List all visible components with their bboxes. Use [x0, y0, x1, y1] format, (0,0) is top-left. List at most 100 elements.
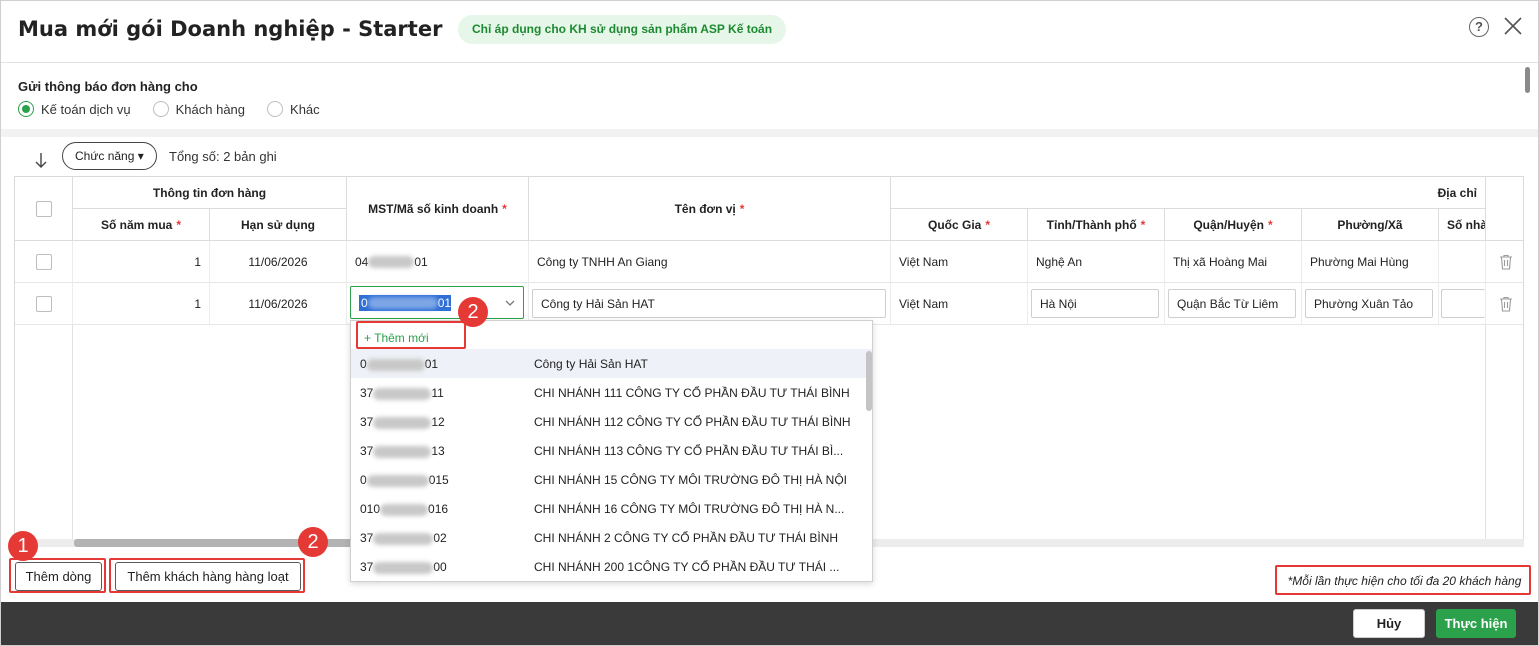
col-years-label: Số năm mua: [100, 217, 173, 232]
item-name: CHI NHÁNH 2 CÔNG TY CỔ PHẦN ĐẦU TƯ THÁI …: [534, 531, 839, 545]
help-icon[interactable]: ?: [1469, 17, 1489, 37]
tax-code-combobox[interactable]: 0 01: [350, 286, 524, 319]
cell-expiry[interactable]: 11/06/2026: [210, 241, 347, 283]
item-code: 0 01: [360, 357, 438, 371]
province-input[interactable]: Hà Nội: [1031, 289, 1159, 318]
item-code: 37 11: [360, 386, 444, 400]
item-name: CHI NHÁNH 15 CÔNG TY MÔI TRƯỜNG ĐÔ THỊ H…: [534, 473, 848, 487]
submit-button[interactable]: Thực hiện: [1436, 609, 1516, 638]
cell-district[interactable]: Thị xã Hoàng Mai: [1165, 241, 1302, 283]
row-checkbox[interactable]: [35, 253, 52, 270]
select-all-checkbox[interactable]: [35, 200, 52, 217]
code-suffix: 11: [431, 386, 444, 400]
sort-down-icon[interactable]: [34, 151, 48, 174]
dropdown-item[interactable]: 37 11 CHI NHÁNH 111 CÔNG TY CỔ PHẦN ĐẦU TƯ…: [351, 378, 872, 407]
required-mark: *: [502, 201, 507, 216]
radio-other[interactable]: Khác: [267, 101, 320, 117]
column-divider: [72, 325, 73, 539]
item-name: CHI NHÁNH 16 CÔNG TY MÔI TRƯỜNG ĐÔ THỊ H…: [534, 502, 845, 516]
col-expiry: Hạn sử dụng: [210, 209, 347, 241]
section-divider: [1, 129, 1538, 137]
col-district: Quận/Huyện *: [1165, 209, 1302, 241]
code-prefix: 37: [360, 560, 374, 574]
close-icon[interactable]: [1502, 15, 1524, 37]
unit-name-input[interactable]: Công ty Hải Sản HAT: [532, 289, 886, 318]
tax-code-prefix: 04: [355, 254, 369, 269]
vertical-scrollbar[interactable]: [1525, 67, 1530, 93]
code-suffix: 00: [433, 560, 447, 574]
total-records: Tổng số: 2 bản ghi: [169, 149, 277, 164]
dropdown-item[interactable]: 37 00 CHI NHÁNH 200 1CÔNG TY CỔ PHẦN ĐẦU T…: [351, 552, 872, 581]
dropdown-item[interactable]: 010 016 CHI NHÁNH 16 CÔNG TY MÔI TRƯỜNG ĐÔ…: [351, 494, 872, 523]
notice-pill: Chỉ áp dụng cho KH sử dụng sản phẩm ASP …: [458, 15, 787, 44]
cell-province[interactable]: Nghệ An: [1028, 241, 1165, 283]
cell-country[interactable]: Việt Nam: [891, 283, 1028, 325]
district-input[interactable]: Quận Bắc Từ Liêm: [1168, 289, 1296, 318]
annotation-box-add-new: [356, 321, 466, 349]
item-code: 37 13: [360, 444, 445, 458]
redacted-value: [368, 255, 415, 268]
item-code: 0 015: [360, 473, 449, 487]
cell-expiry[interactable]: 11/06/2026: [210, 283, 347, 325]
add-bulk-customers-button[interactable]: Thêm khách hàng hàng loạt: [115, 562, 301, 591]
code-suffix: 016: [428, 502, 449, 516]
redacted-value: [366, 474, 429, 487]
item-name: Công ty Hải Sản HAT: [534, 357, 648, 371]
radio-customer[interactable]: Khách hàng: [152, 101, 245, 117]
chevron-down-icon[interactable]: [505, 299, 515, 307]
radio-dot[interactable]: [267, 101, 284, 117]
required-mark: *: [985, 217, 990, 232]
radio-accountant-service[interactable]: Kế toán dịch vụ: [18, 101, 131, 117]
col-country-label: Quốc Gia: [927, 217, 982, 232]
trash-icon[interactable]: [1499, 296, 1513, 312]
radio-label: Khác: [290, 101, 320, 117]
redacted-value: [373, 416, 432, 429]
dropdown-item[interactable]: 37 02 CHI NHÁNH 2 CÔNG TY CỔ PHẦN ĐẦU TƯ T…: [351, 523, 872, 552]
tax-code-suffix: 01: [414, 254, 428, 269]
ward-input[interactable]: Phường Xuân Tảo: [1305, 289, 1433, 318]
cell-years[interactable]: 1: [73, 283, 210, 325]
redacted-value: [367, 297, 438, 310]
item-code: 37 00: [360, 560, 447, 574]
cancel-button[interactable]: Hủy: [1353, 609, 1425, 638]
dropdown-item[interactable]: 37 12 CHI NHÁNH 112 CÔNG TY CỔ PHẦN ĐẦU TƯ…: [351, 407, 872, 436]
code-prefix: 0: [360, 473, 367, 487]
cell-house-no[interactable]: [1439, 241, 1486, 283]
group-address: Địa chỉ: [891, 177, 1486, 209]
annotation-badge-1: 1: [8, 531, 38, 561]
item-name: CHI NHÁNH 112 CÔNG TY CỔ PHẦN ĐẦU TƯ THÁ…: [534, 415, 851, 429]
code-suffix: 12: [431, 415, 445, 429]
row-checkbox[interactable]: [35, 295, 52, 312]
house-no-input[interactable]: [1441, 289, 1485, 318]
row-actions: [1486, 241, 1523, 283]
dropdown-scrollbar[interactable]: [866, 351, 872, 411]
cell-country[interactable]: Việt Nam: [891, 241, 1028, 283]
dropdown-item[interactable]: 0 015 CHI NHÁNH 15 CÔNG TY MÔI TRƯỜNG ĐÔ T…: [351, 465, 872, 494]
code-suffix: 01: [424, 357, 439, 371]
code-suffix: 02: [433, 531, 447, 545]
notify-label: Gửi thông báo đơn hàng cho: [18, 79, 198, 94]
radio-dot[interactable]: [18, 101, 34, 117]
cell-tax-code[interactable]: 04 01: [347, 241, 529, 283]
dropdown-item[interactable]: 37 13 CHI NHÁNH 113 CÔNG TY CỔ PHẦN ĐẦU TƯ…: [351, 436, 872, 465]
function-menu-button[interactable]: Chức năng ▾: [62, 142, 157, 170]
annotation-badge-2-bulk: 2: [298, 527, 328, 557]
redacted-value: [373, 445, 432, 458]
cell-years[interactable]: 1: [73, 241, 210, 283]
required-mark: *: [176, 217, 182, 232]
cell-unit-name[interactable]: Công ty TNHH An Giang: [529, 241, 891, 283]
item-code: 37 02: [360, 531, 447, 545]
trash-icon[interactable]: [1499, 254, 1513, 270]
required-mark: *: [1140, 217, 1146, 232]
col-province: Tỉnh/Thành phố *: [1028, 209, 1165, 241]
cell-ward[interactable]: Phường Mai Hùng: [1302, 241, 1439, 283]
redacted-value: [373, 387, 432, 400]
item-code: 37 12: [360, 415, 445, 429]
add-row-button[interactable]: Thêm dòng: [15, 562, 102, 591]
radio-dot[interactable]: [152, 101, 169, 117]
code-prefix: 010: [360, 502, 381, 516]
radio-label: Kế toán dịch vụ: [41, 101, 131, 117]
col-ward: Phường/Xã: [1302, 209, 1439, 241]
redacted-value: [366, 358, 425, 371]
dropdown-item[interactable]: 0 01 Công ty Hải Sản HAT: [351, 349, 872, 378]
